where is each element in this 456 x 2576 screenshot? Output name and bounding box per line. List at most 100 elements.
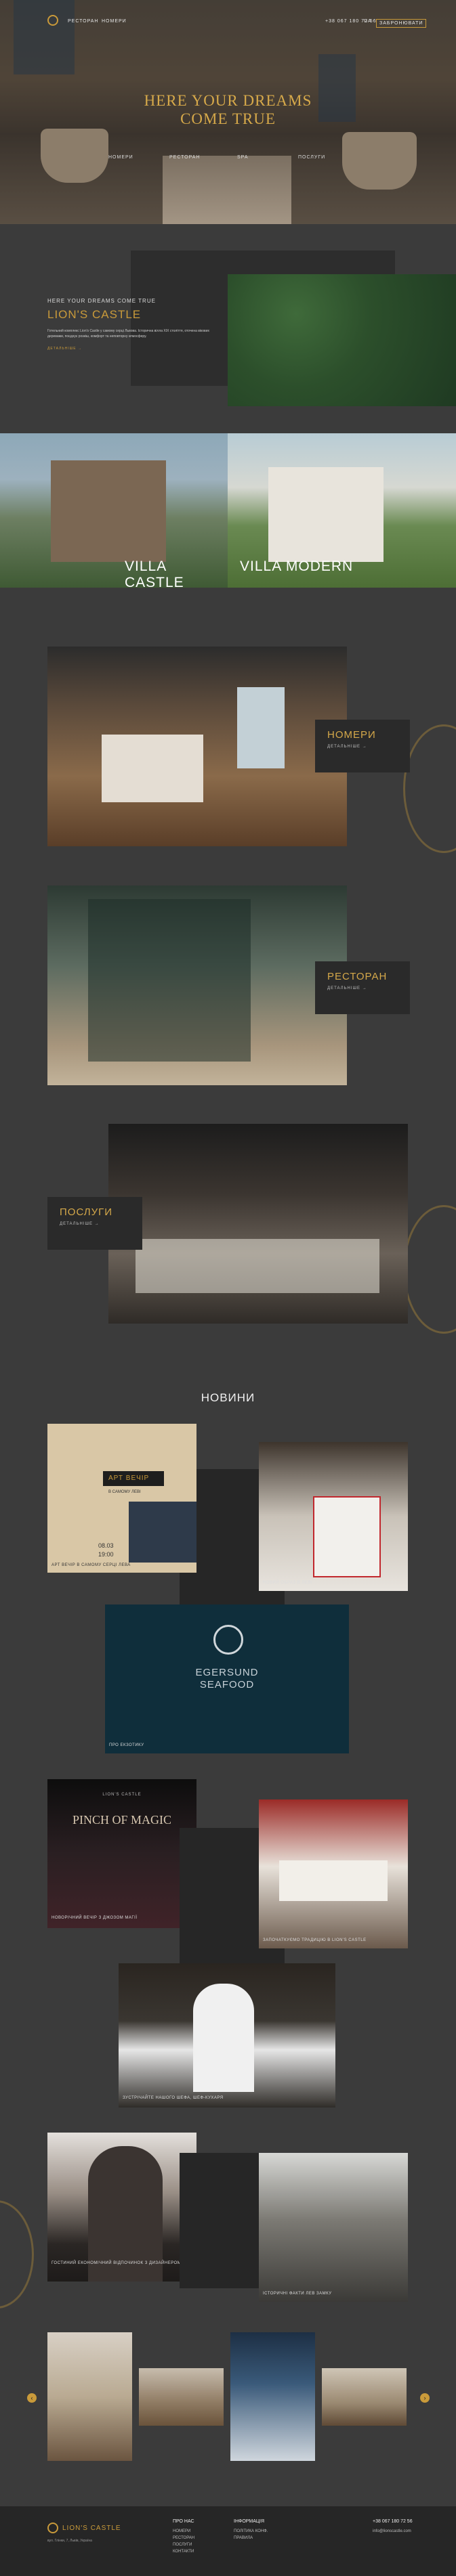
villa-modern-label: VILLA MODERN <box>240 559 354 574</box>
footer: LION'S CASTLE вул. Глінки, 7, Львів, Укр… <box>0 2506 456 2576</box>
gallery-photo-3[interactable] <box>230 2332 315 2461</box>
hero-menu-services[interactable]: ПОСЛУГИ <box>298 155 325 160</box>
services-label-box[interactable]: ПОСЛУГИ ДЕТАЛЬНІШЕ → <box>47 1197 142 1250</box>
news4-poster-top: LION'S CASTLE <box>102 1793 142 1797</box>
hero-title: HERE YOUR DREAMS COME TRUE <box>0 91 456 128</box>
news1-time: 19:00 <box>98 1551 114 1558</box>
news8-caption: ІСТОРИЧНІ ФАКТИ ЛЕВ ЗАМКУ <box>263 2292 332 2296</box>
services-photo <box>108 1124 408 1324</box>
news6-chef <box>193 1984 254 2092</box>
footer-brand: LION'S CASTLE <box>62 2525 121 2532</box>
footer-link-contacts[interactable]: КОНТАКТИ <box>173 2548 194 2555</box>
logo-icon[interactable] <box>47 15 58 26</box>
restaurant-label: РЕСТОРАН <box>327 971 388 982</box>
about-title: LION'S CASTLE <box>47 308 142 321</box>
news2-caption: НОВИЙ ОБРАЗ В ЛЕВІ <box>263 1581 313 1585</box>
news1-photo <box>129 1502 196 1563</box>
rooms-photo <box>47 647 347 846</box>
news-card-6[interactable]: ЗУСТРІЧАЙТЕ НАШОГО ШЕФА, ШЕФ-КУХАРЯ <box>119 1963 335 2108</box>
news4-caption: НОВОРІЧНИЙ ВЕЧІР З ДЖОЗОМ МАГІЇ <box>51 1916 138 1920</box>
villa-castle-label: VILLA CASTLE <box>125 559 184 588</box>
news1-date: 08.03 <box>98 1542 114 1549</box>
footer-col-info: ІНФОРМАЦІЯ ПОЛІТИКА КОНФ. ПРАВИЛА <box>234 2518 268 2541</box>
news6-caption: ЗУСТРІЧАЙТЕ НАШОГО ШЕФА, ШЕФ-КУХАРЯ <box>123 2096 224 2100</box>
about-text: Готельний комплекс Lion's Castle у самом… <box>47 329 209 339</box>
restaurant-label-box[interactable]: РЕСТОРАН ДЕТАЛЬНІШЕ → <box>315 961 410 1014</box>
services-label: ПОСЛУГИ <box>60 1206 113 1218</box>
news-card-8[interactable]: ІСТОРИЧНІ ФАКТИ ЛЕВ ЗАМКУ <box>259 2153 408 2302</box>
hero-menu-spa[interactable]: SPA <box>237 155 249 160</box>
ring-decoration-icon <box>403 1205 456 1334</box>
rooms-label-box[interactable]: НОМЕРИ ДЕТАЛЬНІШЕ → <box>315 720 410 772</box>
hero-window <box>14 0 75 74</box>
ring-decoration-icon <box>0 2200 34 2309</box>
rooms-label: НОМЕРИ <box>327 729 376 741</box>
villa-castle-card[interactable]: VILLA CASTLE <box>0 433 228 588</box>
news1-caption: АРТ ВЕЧІР В САМОМУ СЕРЦІ ЛЕВА <box>51 1563 131 1567</box>
hero-title-line2: COME TRUE <box>180 110 276 127</box>
villa-modern-building <box>268 467 384 562</box>
villa-castle-building <box>51 460 166 562</box>
news-card-7[interactable]: ГОСТИНИЙ ЕКОНОМІЧНИЙ ВІДПОЧИНОК З ДИЗАЙН… <box>47 2133 196 2282</box>
news3-caption: ПРО ЕКЗОТИКУ <box>109 1743 144 1747</box>
hero-menu-rooms[interactable]: НОМЕРИ <box>108 155 133 160</box>
news5-caption: ЗАПОЧАТКУЄМО ТРАДИЦІЮ В LION'S CASTLE <box>263 1938 367 1942</box>
news1-badge: АРТ ВЕЧІР <box>103 1471 164 1486</box>
footer-link-privacy[interactable]: ПОЛІТИКА КОНФ. <box>234 2528 268 2535</box>
nav-restaurant[interactable]: РЕСТОРАН <box>68 19 99 24</box>
footer-address: вул. Глінки, 7, Львів, Україна <box>47 2539 92 2543</box>
footer-email[interactable]: info@lionscastle.com <box>373 2528 413 2535</box>
gallery-photo-1[interactable] <box>47 2332 132 2461</box>
rooms-window <box>237 687 285 768</box>
footer-col1-title: ПРО НАС <box>173 2519 194 2524</box>
footer-link-rules[interactable]: ПРАВИЛА <box>234 2535 268 2541</box>
news-card-5[interactable]: ЗАПОЧАТКУЄМО ТРАДИЦІЮ В LION'S CASTLE <box>259 1799 408 1948</box>
footer-logo-icon[interactable] <box>47 2523 58 2533</box>
footer-col-contacts: +38 067 180 72 56 info@lionscastle.com <box>373 2518 413 2535</box>
restaurant-more-link[interactable]: ДЕТАЛЬНІШЕ → <box>327 986 398 990</box>
footer-link-rooms[interactable]: НОМЕРИ <box>173 2528 194 2535</box>
villa-modern-card[interactable]: VILLA MODERN <box>228 433 456 588</box>
hero-title-line1: HERE YOUR DREAMS <box>144 92 312 109</box>
news7-caption: ГОСТИНИЙ ЕКОНОМІЧНИЙ ВІДПОЧИНОК З ДИЗАЙН… <box>51 2261 182 2265</box>
news4-poster-title: PINCH OF MAGIC <box>72 1813 172 1827</box>
footer-phone[interactable]: +38 067 180 72 56 <box>373 2518 413 2525</box>
hero-vase-right <box>342 132 417 190</box>
news-card-4[interactable]: LION'S CASTLE PINCH OF MAGIC НОВОРІЧНИЙ … <box>47 1779 196 1928</box>
news5-bed <box>279 1860 388 1901</box>
news1-badge-sub: В САМОМУ ЛЕВІ <box>108 1490 141 1494</box>
gallery-next-button[interactable]: › <box>420 2393 430 2403</box>
news3-brand1: EGERSUND <box>195 1667 259 1678</box>
news-card-3[interactable]: EGERSUND SEAFOOD ПРО ЕКЗОТИКУ <box>105 1604 349 1753</box>
footer-link-services[interactable]: ПОСЛУГИ <box>173 2541 194 2548</box>
about-kicker: HERE YOUR DREAMS COME TRUE <box>47 298 156 304</box>
restaurant-photo <box>47 886 347 1085</box>
book-button[interactable]: ЗАБРОНЮВАТИ <box>376 19 427 28</box>
gallery-photo-4[interactable] <box>322 2368 407 2426</box>
news3-brand2: SEAFOOD <box>199 1679 255 1690</box>
rooms-bed <box>102 735 203 802</box>
services-more-link[interactable]: ДЕТАЛЬНІШЕ → <box>60 1222 130 1226</box>
footer-link-restaurant[interactable]: РЕСТОРАН <box>173 2535 194 2541</box>
news2-painting <box>313 1496 381 1577</box>
gallery-photo-2[interactable] <box>139 2368 224 2426</box>
about-more-link[interactable]: ДЕТАЛЬНІШЕ → <box>47 347 82 351</box>
page: РЕСТОРАН НОМЕРИ +38 067 180 72 56 UA ЗАБ… <box>0 0 456 2576</box>
news3-ring-icon <box>213 1625 243 1655</box>
services-tables <box>136 1239 379 1293</box>
gallery-prev-button[interactable]: ‹ <box>27 2393 37 2403</box>
hero-vase-left <box>41 129 108 183</box>
hero-staircase <box>163 156 291 224</box>
footer-col2-title: ІНФОРМАЦІЯ <box>234 2519 265 2524</box>
nav-rooms[interactable]: НОМЕРИ <box>102 19 127 24</box>
rooms-more-link[interactable]: ДЕТАЛЬНІШЕ → <box>327 745 398 749</box>
restaurant-glass <box>88 899 251 1062</box>
news-card-1[interactable]: АРТ ВЕЧІР В САМОМУ ЛЕВІ 08.03 19:00 АРТ … <box>47 1424 196 1573</box>
news1-badge-text: АРТ ВЕЧІР <box>108 1475 150 1482</box>
hero-menu-restaurant[interactable]: РЕСТОРАН <box>169 155 201 160</box>
lang-switch[interactable]: UA <box>364 19 372 24</box>
ring-decoration-icon <box>403 724 456 853</box>
footer-col-about: ПРО НАС НОМЕРИ РЕСТОРАН ПОСЛУГИ КОНТАКТИ <box>173 2518 194 2555</box>
news-title: НОВИНИ <box>201 1391 255 1404</box>
news-card-2[interactable]: НОВИЙ ОБРАЗ В ЛЕВІ <box>259 1442 408 1591</box>
